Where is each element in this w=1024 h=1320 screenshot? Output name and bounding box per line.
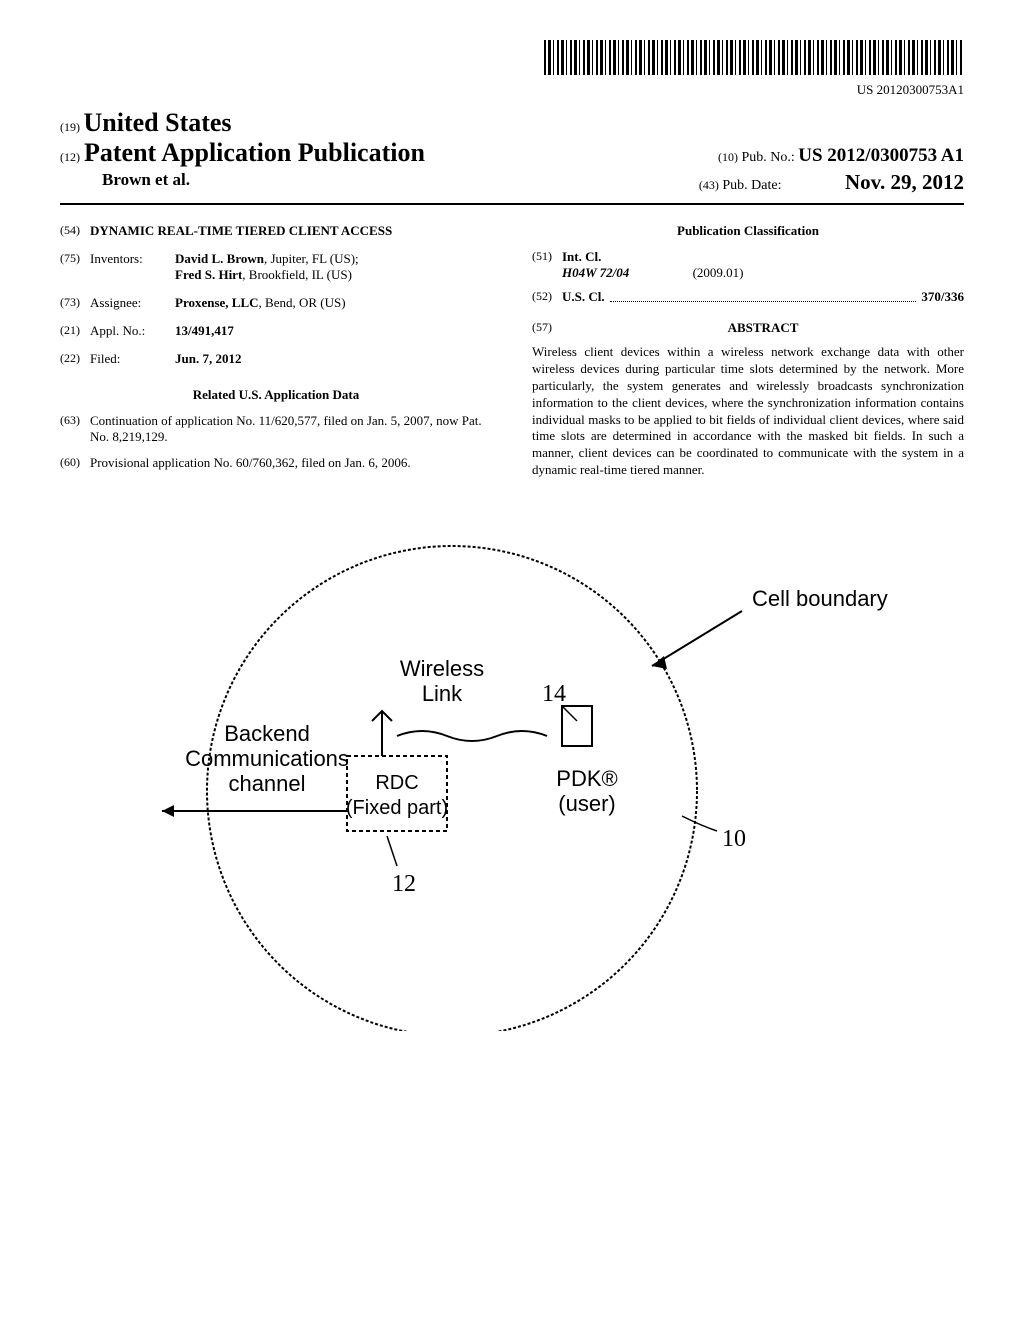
filed-row: (22) Filed: Jun. 7, 2012 — [60, 351, 492, 367]
inventor1-loc: , Jupiter, FL (US); — [264, 251, 359, 266]
publication-line: (12) Patent Application Publication (10)… — [60, 138, 964, 168]
channel-label: channel — [228, 771, 305, 796]
inventors-label: Inventors: — [90, 251, 175, 283]
backend-arrowhead — [162, 805, 174, 817]
appl-row: (21) Appl. No.: 13/491,417 — [60, 323, 492, 339]
country-num: (19) — [60, 120, 80, 134]
left-column: (54) DYNAMIC REAL-TIME TIERED CLIENT ACC… — [60, 223, 492, 481]
author-name: Brown et al. — [102, 170, 190, 189]
fixed-part-label: (Fixed part) — [346, 797, 448, 819]
appl-value: 13/491,417 — [175, 323, 492, 339]
pub-date-section: (43) Pub. Date: Nov. 29, 2012 — [699, 170, 964, 195]
int-cl-num: (51) — [532, 249, 562, 281]
filed-label: Filed: — [90, 351, 175, 367]
pub-no-section: (10) Pub. No.: US 2012/0300753 A1 — [718, 145, 964, 167]
ref-14-line — [562, 706, 577, 721]
int-cl-content: Int. Cl. H04W 72/04 (2009.01) — [562, 249, 743, 281]
assignee-label: Assignee: — [90, 295, 175, 311]
wireless-wave — [397, 731, 547, 741]
inventor1-name: David L. Brown — [175, 251, 264, 266]
int-cl-row: (51) Int. Cl. H04W 72/04 (2009.01) — [532, 249, 964, 281]
inventor2-name: Fred S. Hirt — [175, 267, 242, 282]
wireless-label: Wireless — [400, 656, 484, 681]
filed-date: Jun. 7, 2012 — [175, 351, 241, 366]
appl-num: (21) — [60, 323, 90, 339]
pub-no-label: Pub. No.: — [741, 150, 794, 165]
barcode-number: US 20120300753A1 — [60, 82, 964, 98]
pub-no-value: US 2012/0300753 A1 — [798, 145, 964, 166]
abstract-label: ABSTRACT — [562, 320, 964, 336]
user-label: (user) — [558, 791, 615, 816]
title-value: DYNAMIC REAL-TIME TIERED CLIENT ACCESS — [90, 223, 492, 239]
inventor2-loc: , Brookfield, IL (US) — [242, 267, 352, 282]
int-cl-year: (2009.01) — [693, 265, 744, 280]
barcode-image — [544, 40, 964, 75]
inventors-value: David L. Brown, Jupiter, FL (US); Fred S… — [175, 251, 492, 283]
title-num: (54) — [60, 223, 90, 239]
us-cl-dots — [610, 289, 917, 302]
assignee-name: Proxense, LLC — [175, 295, 259, 310]
backend-label: Backend — [224, 721, 310, 746]
pub-type-num: (12) — [60, 150, 80, 164]
assignee-value: Proxense, LLC, Bend, OR (US) — [175, 295, 492, 311]
ref-10: 10 — [722, 826, 746, 852]
figure-section: Cell boundary Wireless Link 14 RDC (Fixe… — [60, 511, 964, 1036]
header-section: (19) United States (12) Patent Applicati… — [60, 108, 964, 195]
continuation-text: Continuation of application No. 11/620,5… — [90, 413, 492, 445]
pdk-label: PDK® — [556, 766, 617, 791]
continuation-row: (63) Continuation of application No. 11/… — [60, 413, 492, 445]
pub-no-num: (10) — [718, 150, 738, 164]
pdk-device — [562, 706, 592, 746]
country-line: (19) United States — [60, 108, 964, 138]
filed-value: Jun. 7, 2012 — [175, 351, 492, 367]
pub-date-value: Nov. 29, 2012 — [845, 170, 964, 194]
appl-no: 13/491,417 — [175, 323, 234, 338]
link-label: Link — [422, 681, 463, 706]
assignee-num: (73) — [60, 295, 90, 311]
provisional-text: Provisional application No. 60/760,362, … — [90, 455, 492, 471]
title-row: (54) DYNAMIC REAL-TIME TIERED CLIENT ACC… — [60, 223, 492, 239]
us-cl-row: (52) U.S. Cl. 370/336 — [532, 289, 964, 305]
abstract-row: (57) ABSTRACT — [532, 320, 964, 336]
country-name: United States — [84, 108, 232, 137]
abstract-num: (57) — [532, 320, 562, 336]
provisional-row: (60) Provisional application No. 60/760,… — [60, 455, 492, 471]
provisional-num: (60) — [60, 455, 90, 471]
us-cl-label: U.S. Cl. — [562, 289, 605, 305]
ref-10-line — [682, 816, 717, 831]
continuation-num: (63) — [60, 413, 90, 445]
author-line: Brown et al. (43) Pub. Date: Nov. 29, 20… — [60, 170, 964, 195]
classification-header: Publication Classification — [532, 223, 964, 239]
us-cl-num: (52) — [532, 289, 562, 305]
ref-12-line — [387, 836, 397, 866]
pub-type-text: Patent Application Publication — [84, 138, 425, 167]
pub-date-num: (43) — [699, 178, 719, 192]
communications-label: Communications — [185, 746, 349, 771]
assignee-row: (73) Assignee: Proxense, LLC, Bend, OR (… — [60, 295, 492, 311]
barcode-section: US 20120300753A1 — [60, 40, 964, 98]
figure-diagram: Cell boundary Wireless Link 14 RDC (Fixe… — [112, 511, 912, 1031]
columns: (54) DYNAMIC REAL-TIME TIERED CLIENT ACC… — [60, 223, 964, 481]
right-column: Publication Classification (51) Int. Cl.… — [532, 223, 964, 481]
divider — [60, 203, 964, 205]
inventors-row: (75) Inventors: David L. Brown, Jupiter,… — [60, 251, 492, 283]
us-cl-value: 370/336 — [921, 289, 964, 305]
filed-num: (22) — [60, 351, 90, 367]
cell-boundary-arrow — [652, 611, 742, 666]
int-cl-code: H04W 72/04 — [562, 265, 629, 280]
abstract-text: Wireless client devices within a wireles… — [532, 344, 964, 479]
ref-14: 14 — [542, 681, 566, 707]
cell-boundary-label: Cell boundary — [752, 586, 888, 611]
rdc-label: RDC — [375, 772, 418, 794]
ref-12: 12 — [392, 871, 416, 897]
pub-type-section: (12) Patent Application Publication — [60, 138, 425, 168]
assignee-loc: , Bend, OR (US) — [259, 295, 346, 310]
appl-label: Appl. No.: — [90, 323, 175, 339]
pub-date-label: Pub. Date: — [722, 178, 781, 193]
int-cl-label: Int. Cl. — [562, 249, 743, 265]
inventors-num: (75) — [60, 251, 90, 283]
related-header: Related U.S. Application Data — [60, 387, 492, 403]
